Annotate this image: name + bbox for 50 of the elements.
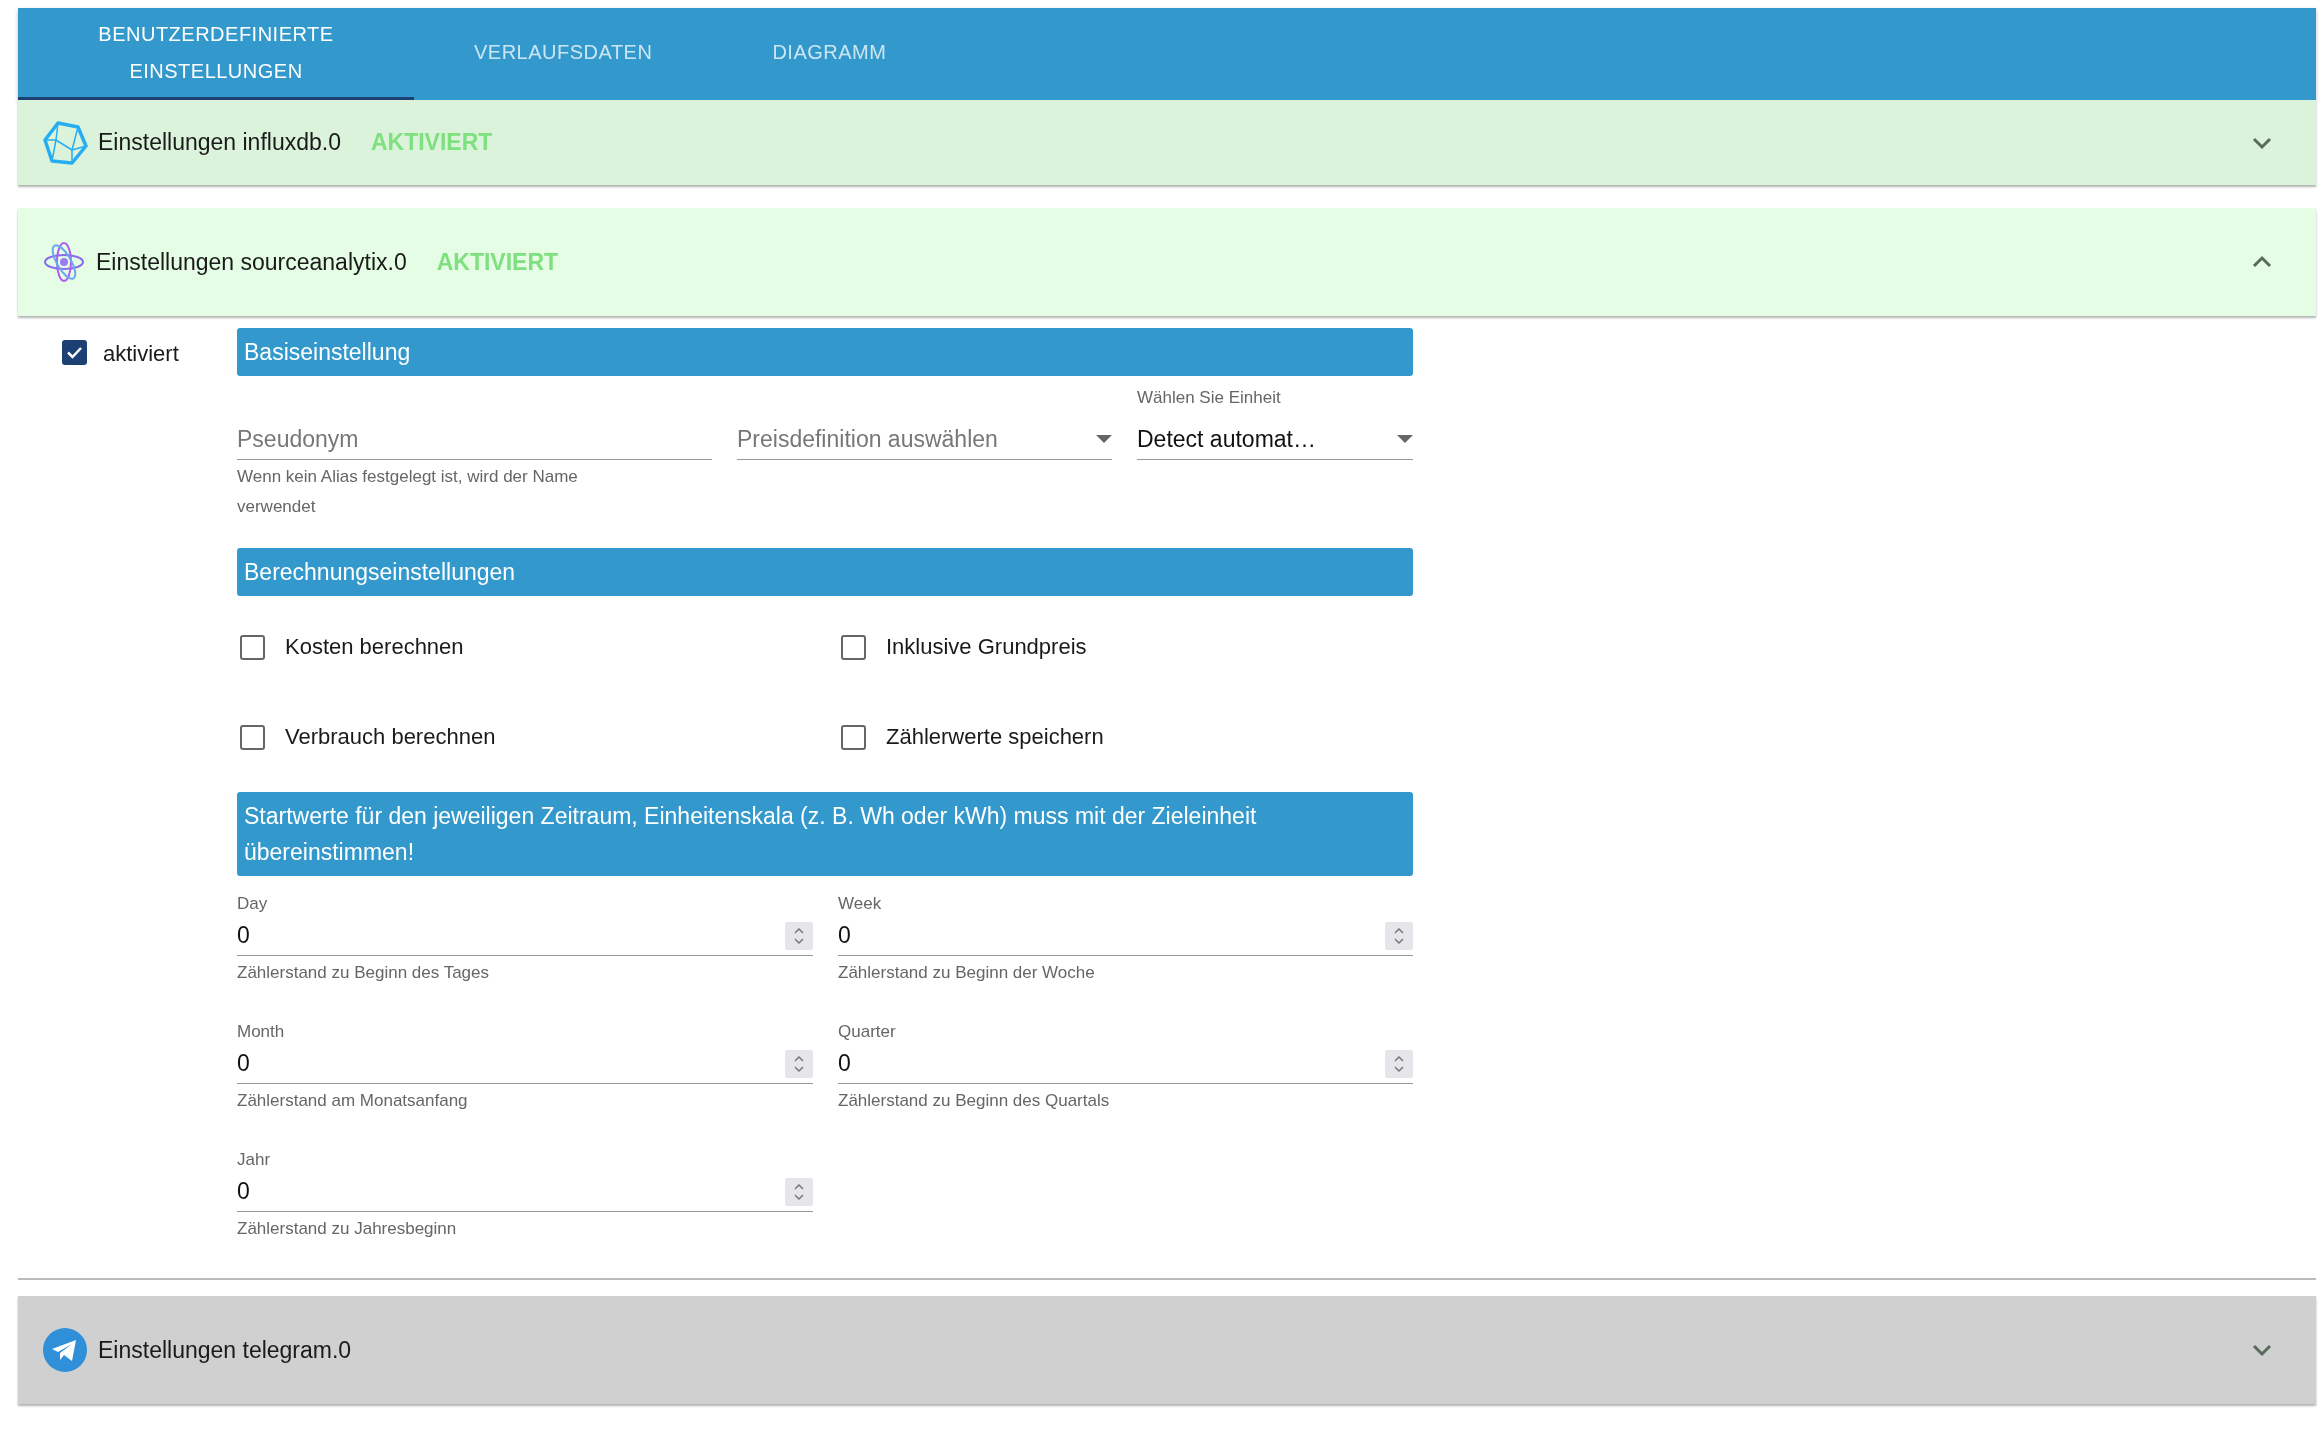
panel-header[interactable]: Einstellungen influxdb.0 AKTIVIERT xyxy=(18,100,2316,185)
paper-plane-icon xyxy=(42,1327,88,1373)
option-checkbox[interactable] xyxy=(841,724,866,750)
section-heading: Berechnungseinstellungen xyxy=(237,548,1413,596)
helper-text: Zählerstand zu Beginn des Quartals xyxy=(838,1090,1111,1112)
option-checkbox[interactable] xyxy=(240,634,265,660)
polyhedron-icon xyxy=(42,119,88,166)
helper-text: Zählerstand am Monatsanfang xyxy=(237,1090,469,1112)
helper-text: Zählerstand zu Beginn des Tages xyxy=(237,962,491,984)
field-label: Quarter xyxy=(838,1021,897,1043)
unit-select[interactable]: Detect automat… xyxy=(1137,415,1413,460)
number-field[interactable]: 0 xyxy=(237,916,813,956)
chevron-up-icon[interactable] xyxy=(2252,255,2272,269)
checkbox-label: Kosten berechnen xyxy=(285,633,464,661)
helper-text: Wenn kein Alias festgelegt ist, wird der Name verwendet xyxy=(237,466,579,518)
option-checkbox[interactable] xyxy=(841,634,866,660)
check-icon xyxy=(66,346,83,359)
field-label: Day xyxy=(237,893,269,915)
chevron-down-icon[interactable] xyxy=(2252,135,2272,150)
panel-title: Einstellungen telegram.0 xyxy=(98,1336,352,1364)
panel-header[interactable]: Einstellungen telegram.0 xyxy=(18,1296,2316,1404)
helper-text: Zählerstand zu Jahresbeginn xyxy=(237,1218,458,1240)
checkbox-label: aktiviert xyxy=(103,340,179,368)
number-field[interactable]: 0 xyxy=(237,1172,813,1212)
price-select[interactable]: Preisdefinition auswählen xyxy=(737,415,1112,460)
checkbox-label: Zählerwerte speichern xyxy=(886,723,1104,751)
field-label: Jahr xyxy=(237,1149,272,1171)
number-field[interactable]: 0 xyxy=(838,916,1413,956)
atom-icon xyxy=(42,240,86,284)
field-label: Wählen Sie Einheit xyxy=(1137,388,1282,409)
option-checkbox[interactable] xyxy=(240,724,265,750)
number-field[interactable]: 0 xyxy=(838,1044,1413,1084)
status-label: AKTIVIERT xyxy=(370,129,493,156)
checkbox-label: Inklusive Grundpreis xyxy=(886,633,1087,661)
dropdown-caret-icon[interactable] xyxy=(1096,434,1112,444)
section-heading: Startwerte für den jeweiligen Zeitraum, Einheitenskala (z. B. Wh oder kWh) muss mit der Zieleinheit übereinstimmen! xyxy=(237,792,1413,876)
field-label: Week xyxy=(838,893,883,915)
helper-text: Zählerstand zu Beginn der Woche xyxy=(838,962,1096,984)
field-label: Month xyxy=(237,1021,286,1043)
panel-header[interactable]: Einstellungen sourceanalytix.0 AKTIVIERT xyxy=(18,208,2316,316)
status-label: AKTIVIERT xyxy=(436,248,559,276)
checkbox-label: Verbrauch berechnen xyxy=(285,723,496,751)
number-field[interactable]: 0 xyxy=(237,1044,813,1084)
section-heading: Basiseinstellung xyxy=(237,328,1413,376)
chevron-down-icon[interactable] xyxy=(2252,1343,2272,1357)
dropdown-caret-icon[interactable] xyxy=(1397,434,1413,444)
panel-title: Einstellungen influxdb.0 xyxy=(98,129,341,156)
enabled-checkbox[interactable] xyxy=(62,340,87,365)
panel-title: Einstellungen sourceanalytix.0 xyxy=(96,248,407,276)
alias-field[interactable]: Pseudonym xyxy=(237,415,712,460)
